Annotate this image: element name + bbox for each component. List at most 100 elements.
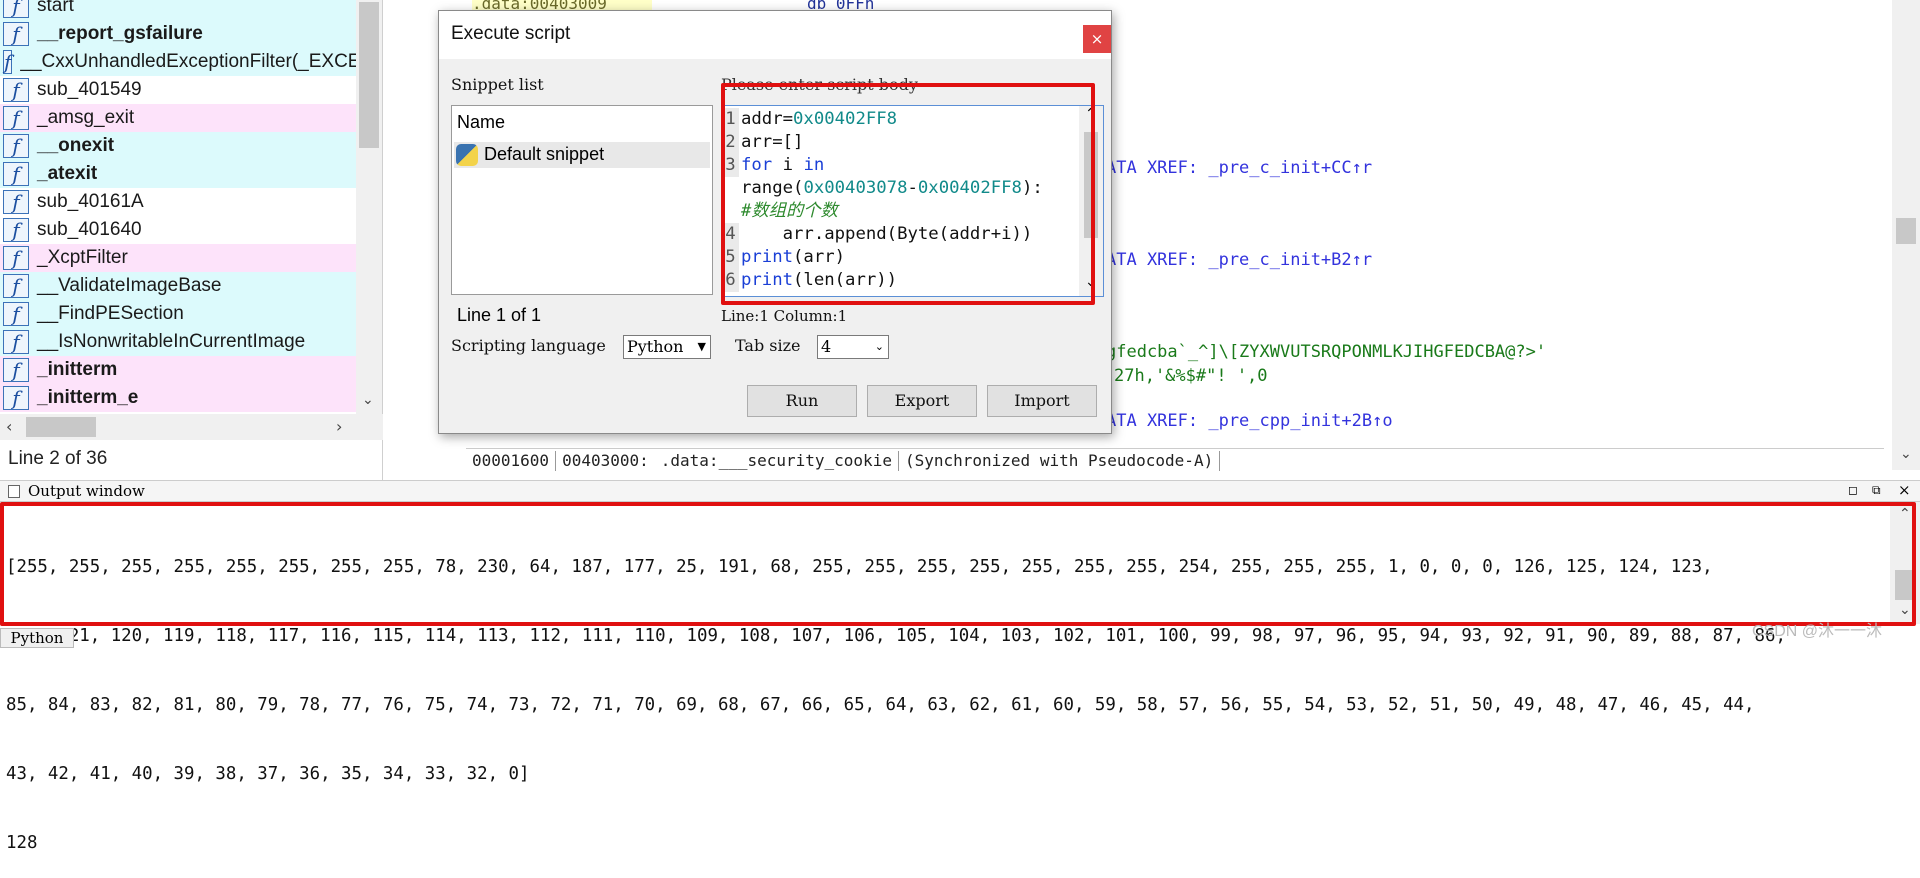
function-item[interactable]: f sub_401640: [0, 216, 356, 244]
scroll-thumb[interactable]: [1896, 218, 1916, 244]
current-location: .data:___security_cookie: [655, 450, 899, 471]
chevron-down-icon: ⌄: [874, 340, 884, 353]
function-item[interactable]: f _atexit: [0, 160, 356, 188]
scroll-thumb[interactable]: [26, 417, 96, 437]
function-icon: f: [3, 358, 29, 382]
string-literal: gfedcba`_^]\[ZYXWVUTSRQPONMLKJIHGFEDCBA@…: [1106, 342, 1547, 362]
function-name: __onexit: [37, 135, 115, 156]
dialog-titlebar[interactable]: Execute script ×: [439, 11, 1111, 59]
functions-vertical-scrollbar[interactable]: ⌄: [356, 0, 382, 414]
scripting-language-label: Scripting language: [451, 336, 606, 355]
function-item[interactable]: f _XcptFilter: [0, 244, 356, 272]
xref-comment[interactable]: ATA XREF: _pre_c_init+B2↑r: [1106, 250, 1372, 270]
function-item[interactable]: f __IsNonwritableInCurrentImage: [0, 328, 356, 356]
output-line: 85, 84, 83, 82, 81, 80, 79, 78, 77, 76, …: [6, 695, 1755, 715]
function-name: __FindPESection: [37, 303, 184, 324]
functions-horizontal-scrollbar[interactable]: ‹ ›: [0, 414, 383, 440]
output-line: 128: [6, 833, 38, 853]
function-name: __CxxUnhandledExceptionFilter(_EXCE: [20, 51, 361, 72]
output-line: 122, 121, 120, 119, 118, 117, 116, 115, …: [6, 626, 1786, 646]
output-window-titlebar: Output window ◻ ⧉ ×: [0, 480, 1920, 502]
editor-highlight-box: [721, 83, 1095, 305]
scroll-thumb[interactable]: [359, 2, 379, 148]
chevron-down-icon[interactable]: ⌄: [1900, 446, 1912, 462]
functions-line-status: Line 2 of 36: [8, 448, 108, 469]
function-name: _initterm_e: [37, 387, 139, 408]
function-icon: f: [3, 330, 29, 354]
tab-size-select[interactable]: 4 ⌄: [817, 335, 889, 359]
import-button[interactable]: Import: [987, 385, 1097, 417]
function-name: __IsNonwritableInCurrentImage: [37, 331, 306, 352]
xref-comment[interactable]: ATA XREF: _pre_cpp_init+2B↑o: [1106, 411, 1393, 431]
chevron-right-icon[interactable]: ›: [336, 417, 342, 436]
function-name: _atexit: [37, 163, 98, 184]
function-item[interactable]: f start: [0, 0, 356, 20]
function-item[interactable]: f __onexit: [0, 132, 356, 160]
function-item[interactable]: f __CxxUnhandledExceptionFilter(_EXCE: [0, 48, 360, 76]
function-icon: f: [3, 246, 29, 270]
functions-window: f start f __report_gsfailure f __CxxUnhandled…: [0, 0, 383, 482]
tab-size-value: 4: [821, 337, 832, 356]
xref-comment[interactable]: ATA XREF: _pre_c_init+CC↑r: [1106, 158, 1372, 178]
sync-status: (Synchronized with Pseudocode-A): [899, 450, 1221, 471]
pin-icon[interactable]: ⧉: [1872, 483, 1881, 498]
function-icon: f: [3, 302, 29, 326]
close-icon[interactable]: ×: [1898, 481, 1911, 499]
function-name: start: [37, 0, 74, 16]
file-offset: 00001600: [466, 450, 557, 471]
function-icon: f: [3, 134, 29, 158]
function-name: sub_401549: [37, 79, 142, 100]
tab-size-label: Tab size: [735, 336, 801, 355]
disassembly-status-bar: 00001600 00403000: .data:___security_coo…: [466, 448, 1884, 472]
function-name: _XcptFilter: [37, 247, 128, 268]
function-name: __ValidateImageBase: [37, 275, 222, 296]
output-window-icon: [8, 484, 20, 498]
restore-icon[interactable]: ◻: [1848, 483, 1858, 497]
function-icon: f: [3, 274, 29, 298]
function-item[interactable]: f sub_40161A: [0, 188, 356, 216]
function-item[interactable]: f __FindPESection: [0, 300, 356, 328]
function-item[interactable]: f _amsg_exit: [0, 104, 356, 132]
function-item[interactable]: f sub_401549: [0, 76, 356, 104]
scripting-language-value: Python: [627, 337, 684, 356]
function-icon: f: [3, 22, 29, 46]
string-literal: 27h,'&%$#"! ',0: [1114, 366, 1268, 386]
snippet-column-header[interactable]: Name: [457, 112, 505, 133]
snippet-status: Line 1 of 1: [457, 305, 542, 325]
snippet-item-label: Default snippet: [484, 144, 605, 164]
current-address: 00403000:: [562, 450, 649, 470]
function-item[interactable]: f __ValidateImageBase: [0, 272, 356, 300]
function-icon: f: [3, 0, 29, 18]
output-line: 43, 42, 41, 40, 39, 38, 37, 36, 35, 34, …: [6, 764, 530, 784]
function-name: _initterm: [37, 359, 118, 380]
run-button[interactable]: Run: [747, 385, 857, 417]
chevron-left-icon[interactable]: ‹: [6, 417, 12, 436]
tab-python[interactable]: Python: [0, 628, 74, 648]
function-item[interactable]: f _initterm: [0, 356, 356, 384]
function-item[interactable]: f __report_gsfailure: [0, 20, 356, 48]
execute-script-dialog: Execute script × Snippet list Name Defau…: [438, 10, 1112, 434]
function-icon: f: [3, 78, 29, 102]
function-name: _amsg_exit: [37, 107, 135, 128]
function-icon: f: [3, 218, 29, 242]
function-icon: f: [3, 50, 13, 74]
output-highlight-box: [0, 502, 1916, 626]
function-icon: f: [3, 386, 29, 410]
function-icon: f: [3, 106, 29, 130]
output-window-title: Output window: [28, 482, 145, 500]
disassembly-scrollbar[interactable]: ⌄: [1892, 0, 1920, 470]
function-name: sub_40161A: [37, 191, 144, 212]
snippet-item[interactable]: Default snippet: [454, 142, 710, 168]
chevron-down-icon[interactable]: ⌄: [362, 392, 374, 408]
function-icon: f: [3, 162, 29, 186]
function-item[interactable]: f _initterm_e: [0, 384, 356, 412]
function-icon: f: [3, 190, 29, 214]
function-name: sub_401640: [37, 219, 142, 240]
close-button[interactable]: ×: [1083, 25, 1111, 53]
export-button[interactable]: Export: [867, 385, 977, 417]
dialog-title: Execute script: [451, 23, 571, 44]
editor-status: Line:1 Column:1: [721, 307, 848, 325]
scripting-language-select[interactable]: Python ▼: [623, 335, 711, 359]
python-icon: [456, 144, 478, 166]
snippet-list[interactable]: Name Default snippet: [451, 105, 713, 295]
